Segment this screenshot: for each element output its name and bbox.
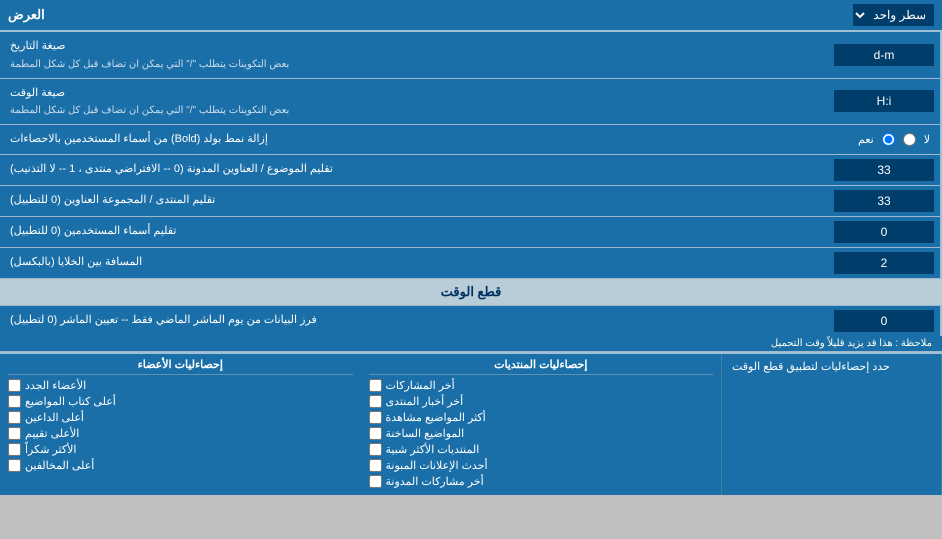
- list-item: الأعضاء الجدد: [8, 379, 353, 392]
- section-label: العرض: [8, 7, 45, 23]
- date-format-input[interactable]: [834, 44, 934, 66]
- list-item: أخر أخبار المنتدى: [369, 395, 714, 408]
- list-item: أعلى الداعين: [8, 411, 353, 424]
- cb-col2-2[interactable]: [8, 411, 21, 424]
- realtime-notice: ملاحظة : هذا قد يزيد قليلاً وقت التحميل: [771, 338, 932, 349]
- date-format-sublabel: بعض التكوينات يتطلب "/" التي يمكن ان تضا…: [10, 57, 289, 72]
- cb-col2-0[interactable]: [8, 379, 21, 392]
- username-trim-label: تقليم أسماء المستخدمين (0 للتطبيل): [10, 223, 176, 240]
- list-item: أخر المشاركات: [369, 379, 714, 392]
- apply-label: حدد إحصاءليات لتطبيق قطع الوقت: [732, 360, 890, 373]
- cb-col1-1[interactable]: [369, 395, 382, 408]
- radio-no[interactable]: [903, 133, 916, 146]
- cell-spacing-label: المسافة بين الخلايا (بالبكسل): [10, 254, 142, 271]
- cell-spacing-input[interactable]: [834, 252, 934, 274]
- username-trim-input[interactable]: [834, 221, 934, 243]
- list-item: أكثر المواضيع مشاهدة: [369, 411, 714, 424]
- radio-yes[interactable]: [882, 133, 895, 146]
- realtime-label: فرز البيانات من يوم الماشر الماضي فقط --…: [10, 312, 317, 329]
- cb-col1-5[interactable]: [369, 459, 382, 472]
- list-item: المنتديات الأكثر شبية: [369, 443, 714, 456]
- topic-limit-input[interactable]: [834, 159, 934, 181]
- list-item: المواضيع الساخنة: [369, 427, 714, 440]
- cb-col2-1[interactable]: [8, 395, 21, 408]
- list-item: الأكثر شكراً: [8, 443, 353, 456]
- time-format-input[interactable]: [834, 90, 934, 112]
- display-dropdown[interactable]: سطر واحد: [853, 4, 934, 26]
- cb-col1-3[interactable]: [369, 427, 382, 440]
- realtime-section-title: قطع الوقت: [441, 284, 502, 299]
- list-item: أخر مشاركات المدونة: [369, 475, 714, 488]
- topic-limit-label: تقليم الموضوع / العناوين المدونة (0 -- ا…: [10, 161, 333, 178]
- list-item: أعلى كتاب المواضيع: [8, 395, 353, 408]
- radio-no-label: لا: [924, 133, 930, 146]
- list-item: الأعلى تقييم: [8, 427, 353, 440]
- cb-col1-6[interactable]: [369, 475, 382, 488]
- cb-col2-3[interactable]: [8, 427, 21, 440]
- cb-col1-2[interactable]: [369, 411, 382, 424]
- date-format-label: صيغة التاريخ: [10, 38, 65, 55]
- cb-col2-5[interactable]: [8, 459, 21, 472]
- cb-col1-4[interactable]: [369, 443, 382, 456]
- bold-remove-label: إزالة نمط بولد (Bold) من أسماء المستخدمي…: [10, 131, 268, 148]
- col2-header: إحصاءليات الأعضاء: [138, 359, 223, 371]
- cb-col1-0[interactable]: [369, 379, 382, 392]
- list-item: أعلى المخالفين: [8, 459, 353, 472]
- time-format-label: صيغة الوقت: [10, 85, 65, 102]
- forum-trim-input[interactable]: [834, 190, 934, 212]
- realtime-input[interactable]: [834, 310, 934, 332]
- list-item: أحدث الإعلانات المبونة: [369, 459, 714, 472]
- forum-trim-label: تقليم المنتدى / المجموعة العناوين (0 للت…: [10, 192, 215, 209]
- time-format-sublabel: بعض التكوينات يتطلب "/" التي يمكن ان تضا…: [10, 103, 289, 118]
- cb-col2-4[interactable]: [8, 443, 21, 456]
- col1-header: إحصاءليات المنتديات: [494, 359, 587, 371]
- radio-yes-label: نعم: [858, 133, 874, 146]
